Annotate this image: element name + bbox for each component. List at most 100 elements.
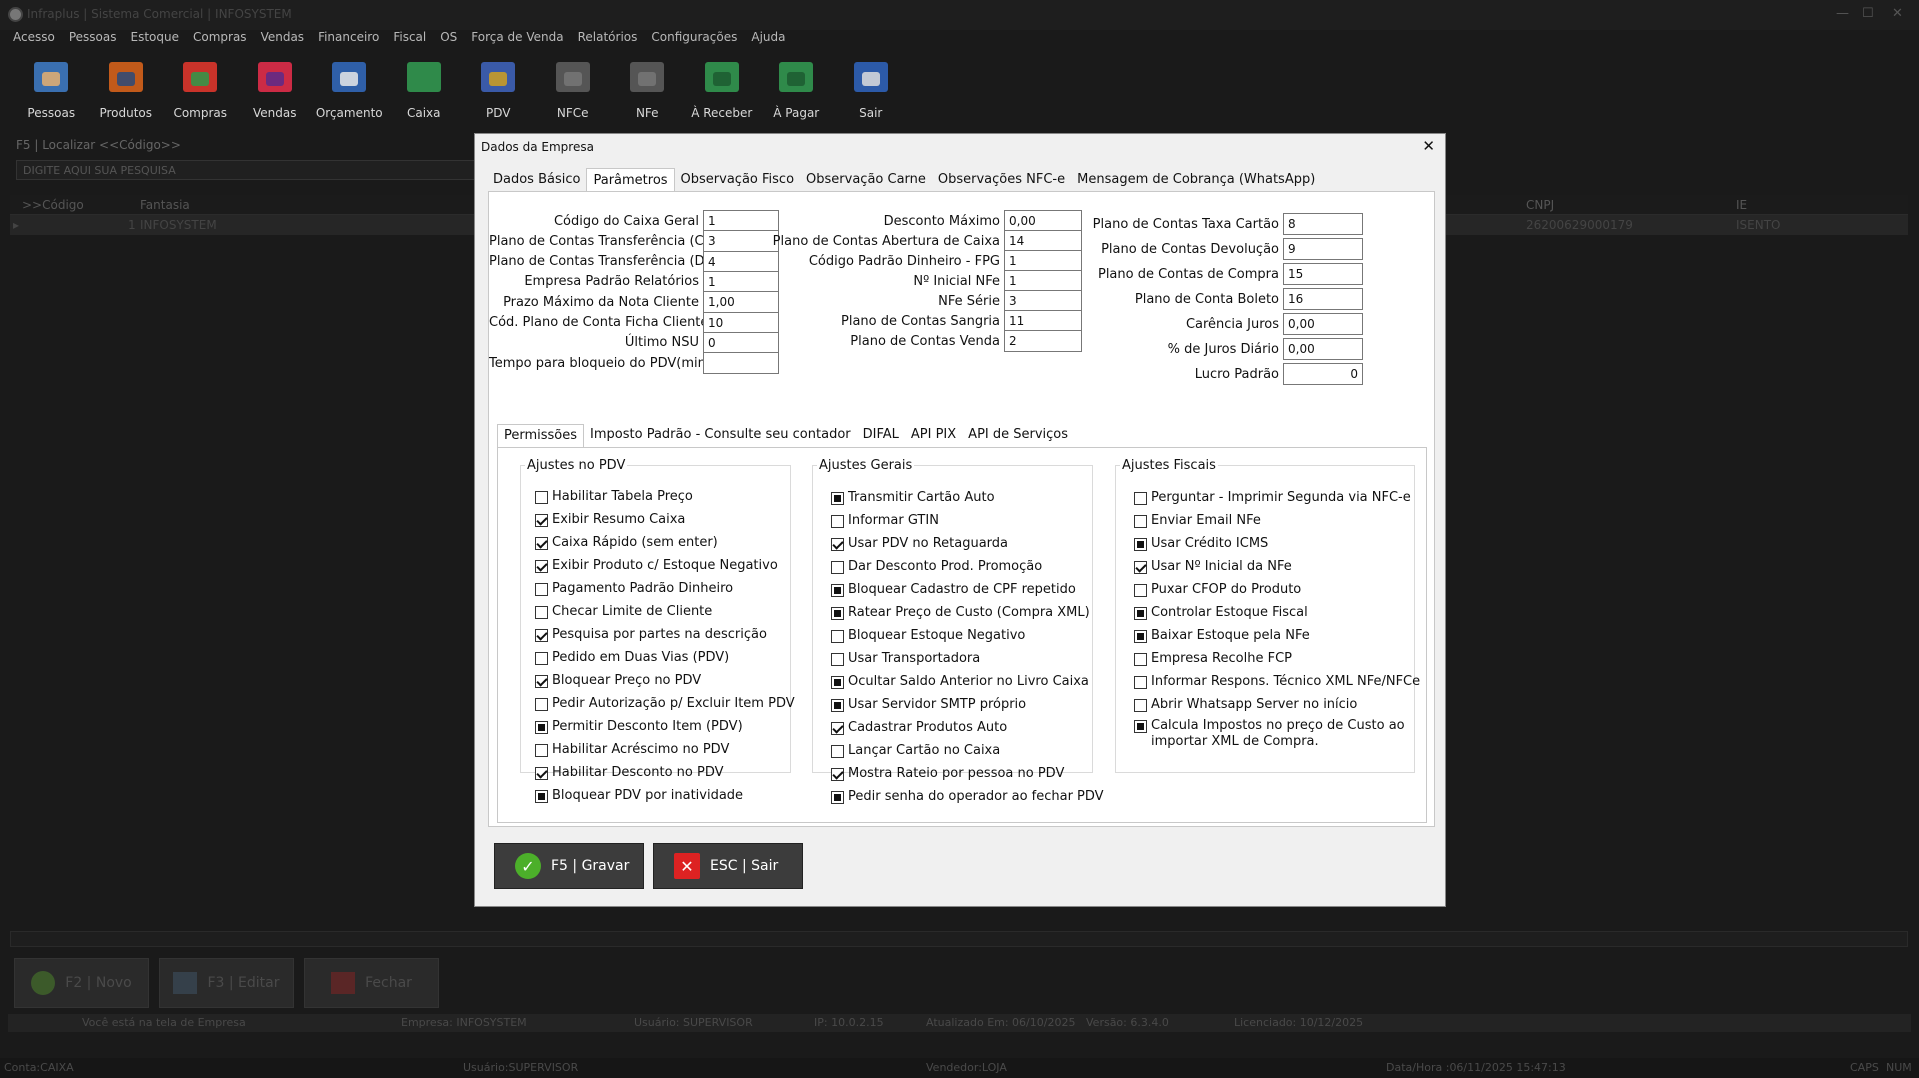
checkbox-option[interactable]: Usar Nº Inicial da NFe bbox=[1134, 559, 1292, 574]
checkbox-option[interactable]: Cadastrar Produtos Auto bbox=[831, 720, 1007, 735]
menu-item[interactable]: OS bbox=[433, 28, 464, 48]
checkbox-option[interactable]: Pagamento Padrão Dinheiro bbox=[535, 581, 733, 596]
checkbox[interactable] bbox=[831, 699, 844, 712]
checkbox[interactable] bbox=[831, 630, 844, 643]
horizontal-scrollbar[interactable] bbox=[10, 931, 1908, 947]
menu-item[interactable]: Relatórios bbox=[571, 28, 645, 48]
col-ie[interactable]: IE bbox=[1736, 198, 1747, 212]
checkbox[interactable] bbox=[831, 492, 844, 505]
menu-item[interactable]: Pessoas bbox=[62, 28, 124, 48]
checkbox[interactable] bbox=[535, 744, 548, 757]
toolbar-nfce-button[interactable]: NFCe bbox=[536, 58, 611, 128]
toolbar-cart-button[interactable]: Produtos bbox=[89, 58, 164, 128]
checkbox[interactable] bbox=[535, 652, 548, 665]
subtab-item[interactable]: Permissões bbox=[497, 424, 585, 447]
close-icon[interactable]: ✕ bbox=[1892, 6, 1903, 21]
checkbox[interactable] bbox=[831, 538, 844, 551]
param-input[interactable]: 8 bbox=[1283, 213, 1363, 235]
toolbar-store-button[interactable]: Compras bbox=[163, 58, 238, 128]
menu-item[interactable]: Fiscal bbox=[386, 28, 433, 48]
checkbox[interactable] bbox=[831, 607, 844, 620]
menu-item[interactable]: Força de Venda bbox=[464, 28, 570, 48]
checkbox[interactable] bbox=[535, 514, 548, 527]
checkbox[interactable] bbox=[535, 675, 548, 688]
checkbox[interactable] bbox=[831, 791, 844, 804]
checkbox[interactable] bbox=[535, 698, 548, 711]
checkbox[interactable] bbox=[1134, 630, 1147, 643]
checkbox-option[interactable]: Habilitar Tabela Preço bbox=[535, 489, 693, 504]
subtab-item[interactable]: DIFAL bbox=[857, 424, 905, 447]
checkbox[interactable] bbox=[1134, 653, 1147, 666]
checkbox[interactable] bbox=[535, 537, 548, 550]
checkbox-option[interactable]: Puxar CFOP do Produto bbox=[1134, 582, 1301, 597]
exit-button[interactable]: ✕ ESC | Sair bbox=[653, 843, 803, 889]
checkbox-option[interactable]: Pedir Autorização p/ Excluir Item PDV bbox=[535, 696, 795, 711]
param-input[interactable] bbox=[703, 352, 779, 375]
tab-item[interactable]: Observações NFC-e bbox=[932, 168, 1071, 191]
checkbox[interactable] bbox=[831, 515, 844, 528]
menu-item[interactable]: Financeiro bbox=[311, 28, 386, 48]
tab-item[interactable]: Observação Carne bbox=[800, 168, 932, 191]
toolbar-receive-money-button[interactable]: À Receber bbox=[685, 58, 760, 128]
checkbox-option[interactable]: Empresa Recolhe FCP bbox=[1134, 651, 1292, 666]
checkbox[interactable] bbox=[535, 790, 548, 803]
checkbox[interactable] bbox=[831, 722, 844, 735]
checkbox-option[interactable]: Exibir Produto c/ Estoque Negativo bbox=[535, 558, 778, 573]
checkbox[interactable] bbox=[535, 560, 548, 573]
checkbox[interactable] bbox=[535, 629, 548, 642]
checkbox-option[interactable]: Permitir Desconto Item (PDV) bbox=[535, 719, 743, 734]
checkbox[interactable] bbox=[1134, 607, 1147, 620]
checkbox-option[interactable]: Bloquear Preço no PDV bbox=[535, 673, 701, 688]
checkbox-option[interactable]: Lançar Cartão no Caixa bbox=[831, 743, 1000, 758]
dialog-close-icon[interactable]: ✕ bbox=[1422, 137, 1435, 155]
checkbox[interactable] bbox=[1134, 584, 1147, 597]
save-button[interactable]: ✓ F5 | Gravar bbox=[494, 843, 644, 889]
toolbar-exit-door-button[interactable]: Sair bbox=[834, 58, 909, 128]
menu-item[interactable]: Configurações bbox=[644, 28, 744, 48]
toolbar-people-button[interactable]: Pessoas bbox=[14, 58, 89, 128]
tab-item[interactable]: Mensagem de Cobrança (WhatsApp) bbox=[1071, 168, 1321, 191]
checkbox[interactable] bbox=[535, 583, 548, 596]
checkbox-option[interactable]: Usar PDV no Retaguarda bbox=[831, 536, 1008, 551]
checkbox-option[interactable]: Caixa Rápido (sem enter) bbox=[535, 535, 718, 550]
checkbox-option[interactable]: Pedir senha do operador ao fechar PDV bbox=[831, 789, 1104, 804]
param-input[interactable]: 15 bbox=[1283, 263, 1363, 285]
checkbox-option[interactable]: Ocultar Saldo Anterior no Livro Caixa bbox=[831, 674, 1089, 689]
menu-item[interactable]: Ajuda bbox=[744, 28, 792, 48]
menu-item[interactable]: Vendas bbox=[254, 28, 312, 48]
maximize-icon[interactable]: ☐ bbox=[1862, 6, 1874, 21]
checkbox[interactable] bbox=[535, 721, 548, 734]
checkbox-option[interactable]: Usar Transportadora bbox=[831, 651, 980, 666]
tab-parametros-active[interactable]: Parâmetros bbox=[586, 168, 675, 191]
toolbar-money-bag-button[interactable]: Caixa bbox=[387, 58, 462, 128]
checkbox-option[interactable]: Baixar Estoque pela NFe bbox=[1134, 628, 1310, 643]
tab-item[interactable]: Dados Básico bbox=[487, 168, 586, 191]
checkbox-option[interactable]: Informar Respons. Técnico XML NFe/NFCe bbox=[1134, 674, 1420, 689]
checkbox[interactable] bbox=[1134, 561, 1147, 574]
checkbox[interactable] bbox=[831, 653, 844, 666]
checkbox-option[interactable]: Perguntar - Imprimir Segunda via NFC-e bbox=[1134, 490, 1411, 505]
checkbox-option[interactable]: Checar Limite de Cliente bbox=[535, 604, 712, 619]
checkbox-option[interactable]: Bloquear PDV por inatividade bbox=[535, 788, 743, 803]
checkbox[interactable] bbox=[1134, 538, 1147, 551]
checkbox-option[interactable]: Exibir Resumo Caixa bbox=[535, 512, 685, 527]
col-code[interactable]: >>Código bbox=[22, 198, 84, 212]
col-cnpj[interactable]: CNPJ bbox=[1526, 198, 1554, 212]
checkbox-option[interactable]: Abrir Whatsapp Server no início bbox=[1134, 697, 1357, 712]
param-input[interactable]: 0,00 bbox=[1283, 338, 1363, 360]
param-input[interactable]: 0 bbox=[1283, 363, 1363, 385]
checkbox-option[interactable]: Calcula Impostos no preço de Custo ao imp… bbox=[1134, 718, 1405, 750]
search-input[interactable]: DIGITE AQUI SUA PESQUISA bbox=[16, 160, 476, 180]
param-input[interactable]: 16 bbox=[1283, 288, 1363, 310]
checkbox-option[interactable]: Habilitar Acréscimo no PDV bbox=[535, 742, 729, 757]
checkbox[interactable] bbox=[1134, 492, 1147, 505]
checkbox-option[interactable]: Habilitar Desconto no PDV bbox=[535, 765, 724, 780]
checkbox-option[interactable]: Bloquear Cadastro de CPF repetido bbox=[831, 582, 1076, 597]
checkbox[interactable] bbox=[1134, 720, 1147, 733]
checkbox-option[interactable]: Dar Desconto Prod. Promoção bbox=[831, 559, 1042, 574]
toolbar-pay-money-button[interactable]: À Pagar bbox=[759, 58, 834, 128]
minimize-icon[interactable]: — bbox=[1836, 6, 1849, 21]
checkbox-option[interactable]: Pesquisa por partes na descrição bbox=[535, 627, 767, 642]
toolbar-nfe-button[interactable]: NFe bbox=[610, 58, 685, 128]
toolbar-shopping-bag-button[interactable]: Vendas bbox=[238, 58, 313, 128]
